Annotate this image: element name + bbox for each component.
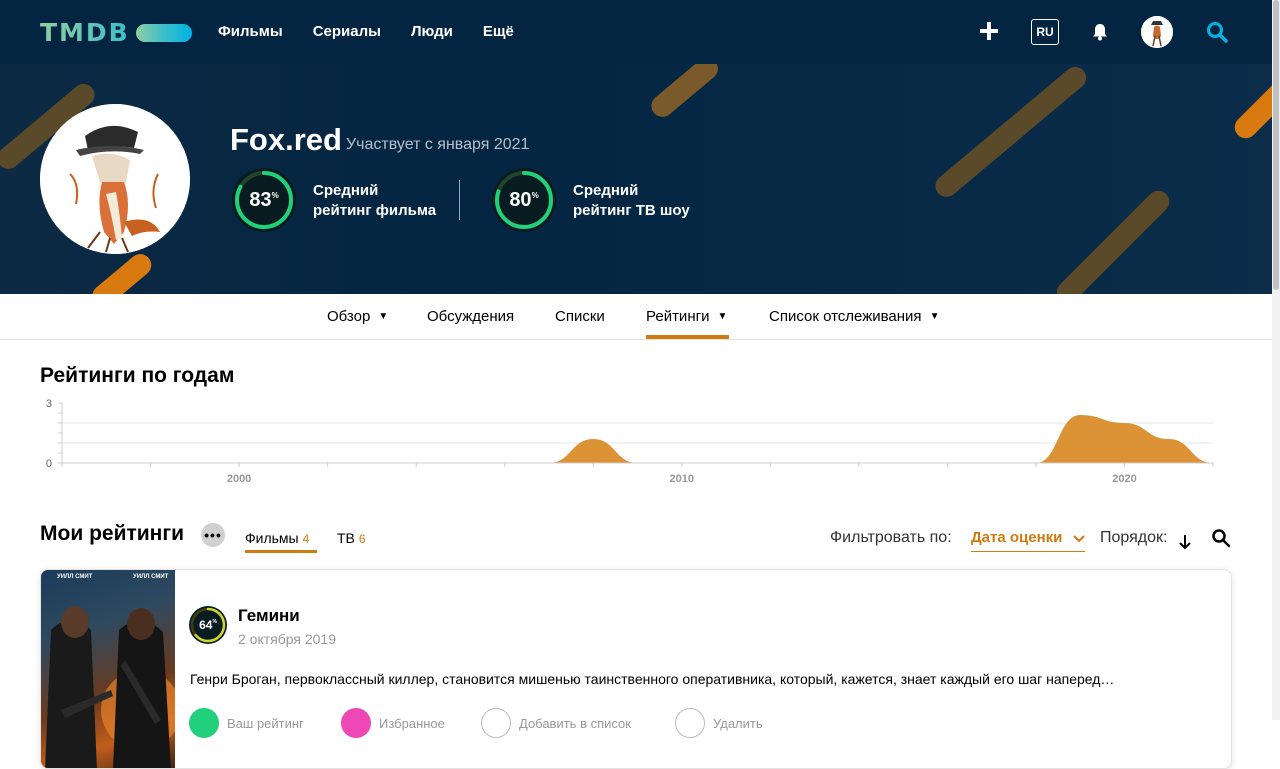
action-label: Удалить bbox=[713, 715, 763, 731]
tab-movies-count: 4 bbox=[302, 532, 310, 546]
x-tick-label: 2020 bbox=[1112, 473, 1136, 485]
menu-movies[interactable]: Фильмы bbox=[218, 23, 283, 40]
heart-icon bbox=[341, 708, 371, 738]
profile-username: Fox.red bbox=[230, 122, 342, 157]
movie-score-ring: 83% bbox=[232, 168, 296, 232]
search-icon[interactable] bbox=[1211, 528, 1231, 548]
plus-icon[interactable] bbox=[980, 22, 998, 40]
tab-watchlist-label: Список отслеживания bbox=[769, 308, 922, 325]
action-label: Добавить в список bbox=[519, 715, 631, 731]
movie-score-value: 83 bbox=[249, 188, 272, 211]
tab-tv-label: ТВ bbox=[337, 530, 355, 546]
tab-discussions-label: Обсуждения bbox=[427, 308, 515, 325]
percent-sign: % bbox=[531, 190, 539, 200]
decor-stripe bbox=[1052, 186, 1174, 294]
movie-poster[interactable]: УИЛЛ СМИТ УИЛЛ СМИТ bbox=[41, 570, 175, 768]
chevron-down-icon[interactable] bbox=[1072, 531, 1086, 545]
member-since: Участвует с января 2021 bbox=[346, 136, 530, 153]
menu-people[interactable]: Люди bbox=[411, 23, 453, 40]
close-icon bbox=[675, 708, 705, 738]
language-button[interactable]: RU bbox=[1031, 19, 1059, 45]
tab-overview[interactable]: Обзор ▼ bbox=[327, 308, 388, 325]
favorite-button[interactable]: Избранное bbox=[341, 708, 445, 738]
active-tab-indicator bbox=[646, 335, 729, 339]
tab-tv-count: 6 bbox=[358, 532, 366, 546]
movies-tab-indicator bbox=[245, 550, 317, 553]
order-label: Порядок: bbox=[1100, 529, 1168, 546]
action-label: Ваш рейтинг bbox=[227, 715, 304, 731]
score-divider bbox=[459, 180, 460, 220]
list-icon bbox=[481, 708, 511, 738]
tab-watchlist[interactable]: Список отслеживания ▼ bbox=[769, 308, 939, 325]
tv-score-label: Средний рейтинг ТВ шоу bbox=[573, 181, 690, 221]
tab-movies[interactable]: Фильмы 4 bbox=[245, 530, 309, 546]
tab-discussions[interactable]: Обсуждения bbox=[427, 308, 514, 325]
page-scrollbar[interactable] bbox=[1272, 0, 1280, 720]
movie-score-ring: 64% bbox=[189, 606, 227, 644]
profile-avatar[interactable] bbox=[40, 104, 190, 254]
logo-text: TMDB bbox=[40, 18, 130, 47]
add-to-list-button[interactable]: Добавить в список bbox=[481, 708, 631, 738]
decor-stripe bbox=[930, 64, 1091, 202]
decor-stripe bbox=[87, 249, 156, 294]
my-ratings-heading: Мои рейтинги bbox=[40, 522, 185, 545]
movie-score-value: 64 bbox=[199, 618, 213, 632]
top-navbar: TMDB Фильмы Сериалы Люди Ещё RU bbox=[0, 0, 1280, 64]
y-tick-label: 0 bbox=[46, 458, 52, 470]
main-menu: Фильмы Сериалы Люди Ещё bbox=[218, 23, 514, 40]
tv-label-line2: рейтинг ТВ шоу bbox=[573, 202, 690, 219]
chart-title: Рейтинги по годам bbox=[40, 364, 235, 387]
ratings-by-year-chart: 3 0 2000 2010 2020 bbox=[46, 398, 1214, 485]
release-date: 2 октября 2019 bbox=[238, 631, 336, 647]
filter-underline bbox=[971, 551, 1085, 552]
logo-pill bbox=[135, 23, 192, 42]
tab-ratings-label: Рейтинги bbox=[646, 308, 710, 325]
percent-sign: % bbox=[212, 619, 217, 625]
tv-label-line1: Средний bbox=[573, 182, 639, 199]
sort-arrow-down-icon[interactable] bbox=[1178, 534, 1192, 550]
profile-header: Fox.red Участвует с января 2021 83% Сред… bbox=[0, 64, 1280, 294]
caret-down-icon: ▼ bbox=[717, 311, 728, 322]
tv-score-value: 80 bbox=[509, 188, 532, 211]
movie-label-line1: Средний bbox=[313, 182, 379, 199]
tv-score-ring: 80% bbox=[492, 168, 556, 232]
bell-icon[interactable] bbox=[1090, 22, 1110, 42]
filter-label: Фильтровать по: bbox=[830, 529, 952, 546]
x-tick-label: 2000 bbox=[227, 473, 251, 485]
poster-caption-left: УИЛЛ СМИТ bbox=[57, 574, 93, 580]
caret-down-icon: ▼ bbox=[378, 311, 389, 322]
remove-button[interactable]: Удалить bbox=[675, 708, 763, 738]
tab-lists[interactable]: Списки bbox=[555, 308, 605, 325]
rated-movie-card: УИЛЛ СМИТ УИЛЛ СМИТ 64% Гемини 2 октября… bbox=[40, 569, 1232, 769]
action-label: Избранное bbox=[379, 715, 445, 731]
tab-tv[interactable]: ТВ 6 bbox=[337, 530, 366, 546]
scrollbar-thumb[interactable] bbox=[1273, 0, 1279, 290]
tmdb-logo[interactable]: TMDB bbox=[40, 18, 192, 47]
profile-subnav: Обзор ▼ Обсуждения Списки Рейтинги ▼ Списо… bbox=[0, 294, 1272, 340]
caret-down-icon: ▼ bbox=[929, 311, 940, 322]
movie-label-line2: рейтинг фильма bbox=[313, 202, 437, 219]
decor-stripe bbox=[646, 64, 723, 122]
percent-sign: % bbox=[271, 190, 279, 200]
more-options-button[interactable]: ••• bbox=[201, 523, 225, 547]
poster-caption-right: УИЛЛ СМИТ bbox=[133, 574, 169, 580]
movie-score-label: Средний рейтинг фильма bbox=[313, 181, 436, 221]
star-icon bbox=[189, 708, 219, 738]
menu-more[interactable]: Ещё bbox=[483, 23, 514, 40]
tab-lists-label: Списки bbox=[555, 308, 605, 325]
movie-title[interactable]: Гемини bbox=[238, 606, 300, 626]
menu-tv[interactable]: Сериалы bbox=[313, 23, 381, 40]
movie-overview: Генри Броган, первоклассный киллер, стан… bbox=[190, 671, 1115, 687]
search-icon[interactable] bbox=[1206, 21, 1228, 43]
x-tick-label: 2010 bbox=[670, 473, 694, 485]
tab-overview-label: Обзор bbox=[327, 308, 371, 325]
filter-dropdown[interactable]: Дата оценки bbox=[971, 529, 1062, 546]
your-rating-button[interactable]: Ваш рейтинг bbox=[189, 708, 304, 738]
chart-area-series bbox=[106, 415, 1213, 463]
user-avatar[interactable] bbox=[1141, 16, 1173, 48]
tab-ratings[interactable]: Рейтинги ▼ bbox=[646, 308, 727, 325]
y-tick-label: 3 bbox=[46, 398, 52, 410]
tab-movies-label: Фильмы bbox=[245, 530, 299, 546]
